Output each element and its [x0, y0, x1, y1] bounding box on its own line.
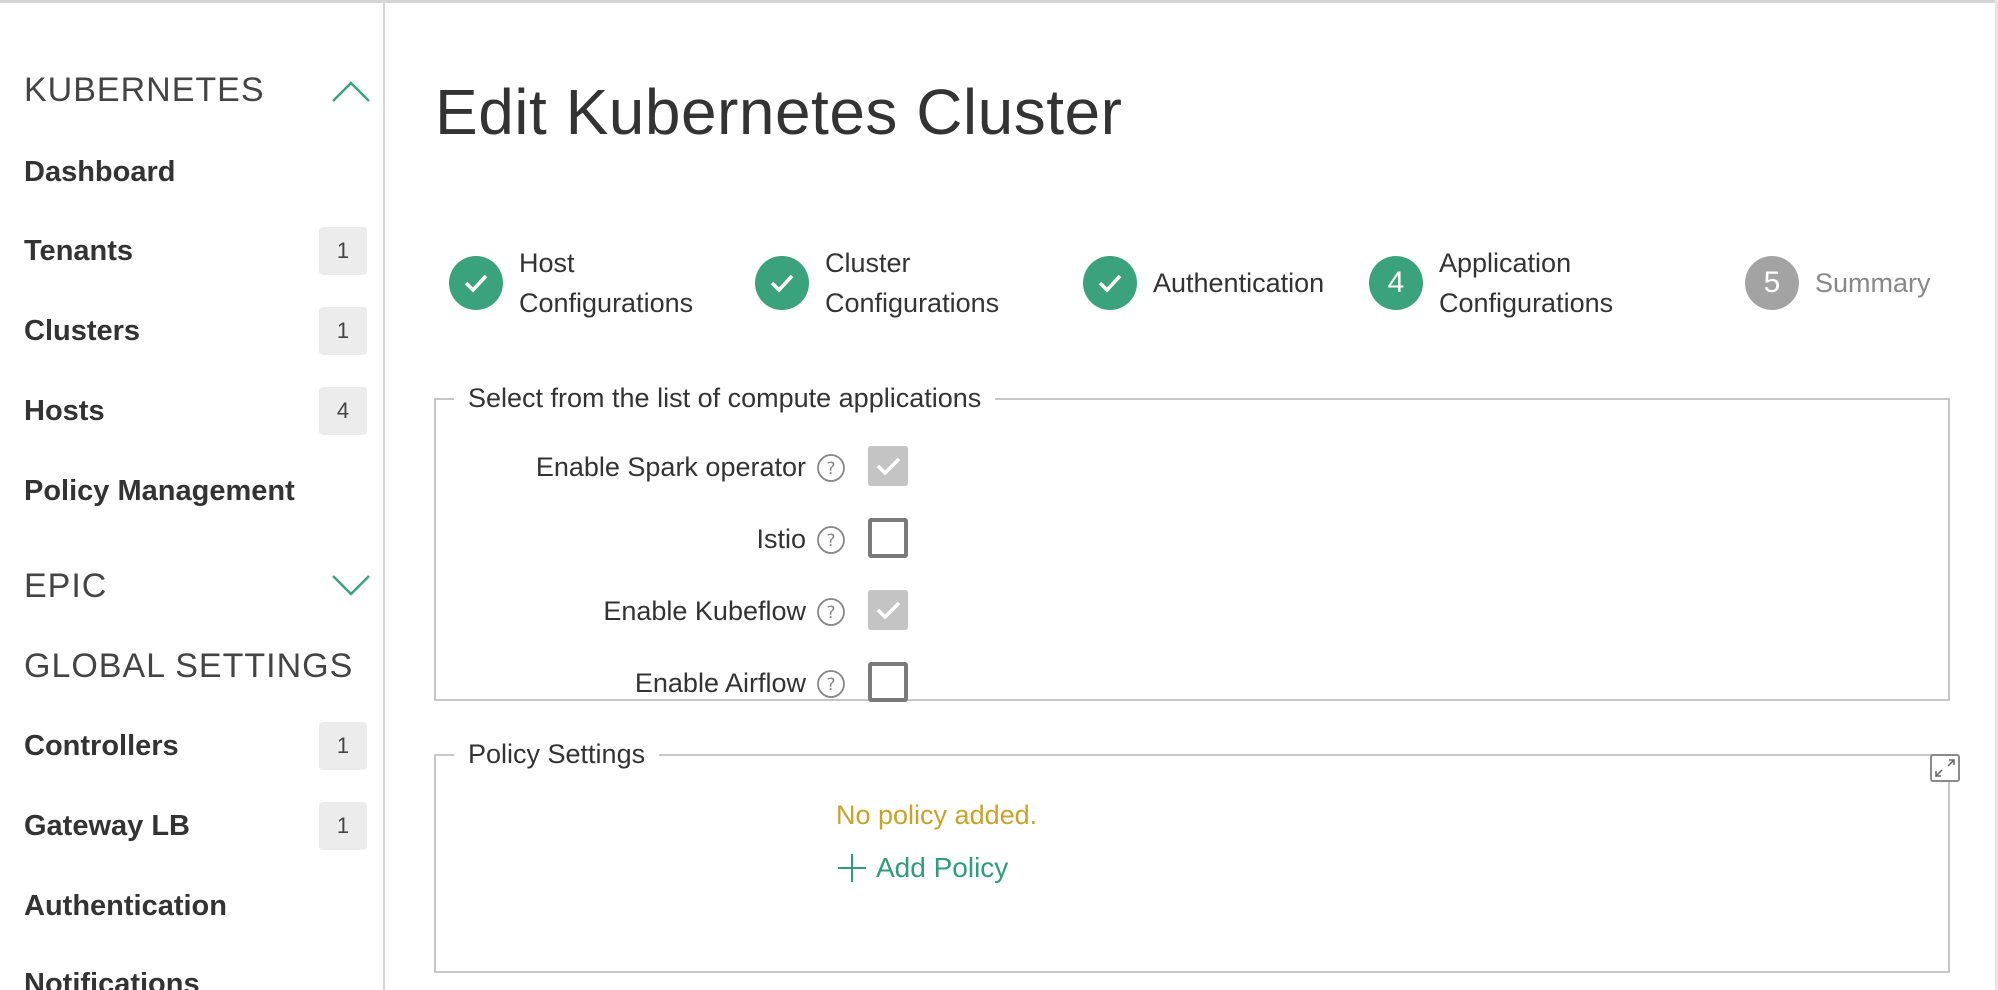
wizard-step-summary[interactable]: 5 Summary — [1745, 238, 1931, 328]
app-row-spark-operator: Enable Spark operator ? — [436, 444, 936, 490]
sidebar-item-label: Notifications — [24, 967, 200, 990]
wizard-step-application-configurations[interactable]: 4 Application Configurations — [1369, 238, 1613, 328]
count-badge: 4 — [319, 387, 367, 435]
help-icon[interactable]: ? — [816, 669, 846, 699]
count-badge: 1 — [319, 802, 367, 850]
help-icon[interactable]: ? — [816, 453, 846, 483]
airflow-checkbox[interactable] — [868, 662, 908, 702]
sidebar-item-label: Hosts — [24, 394, 105, 427]
sidebar-heading-kubernetes[interactable]: KUBERNETES — [24, 71, 265, 110]
sidebar-item-gateway-lb[interactable]: Gateway LB 1 — [24, 800, 367, 852]
sidebar-item-controllers[interactable]: Controllers 1 — [24, 720, 367, 772]
check-icon — [755, 256, 809, 310]
sidebar-item-label: Authentication — [24, 889, 227, 922]
sidebar-item-policy-management[interactable]: Policy Management — [24, 465, 367, 517]
step-label: Cluster Configurations — [825, 248, 1000, 318]
sidebar-item-label: Policy Management — [24, 474, 295, 507]
sidebar-heading-epic[interactable]: EPIC — [24, 567, 107, 606]
sidebar-item-label: Gateway LB — [24, 809, 190, 842]
sidebar-item-label: Controllers — [24, 729, 179, 762]
sidebar-item-label: Dashboard — [24, 155, 176, 188]
wizard-step-authentication[interactable]: Authentication — [1083, 238, 1324, 328]
sidebar-item-tenants[interactable]: Tenants 1 — [24, 225, 367, 277]
sidebar-item-notifications[interactable]: Notifications — [24, 958, 367, 990]
count-badge: 1 — [319, 227, 367, 275]
wizard-step-host-configurations[interactable]: Host Configurations — [449, 238, 693, 328]
istio-checkbox[interactable] — [868, 518, 908, 558]
count-badge: 1 — [319, 307, 367, 355]
compute-applications-group: Select from the list of compute applicat… — [434, 383, 1950, 702]
step-number: 4 — [1369, 256, 1423, 310]
page-title: Edit Kubernetes Cluster — [435, 76, 1123, 148]
app-label: Enable Kubeflow — [603, 596, 806, 626]
app-label: Enable Spark operator — [535, 452, 806, 482]
policy-settings-legend: Policy Settings — [468, 739, 646, 769]
main-content: Edit Kubernetes Cluster Host Configuratio… — [385, 3, 1995, 990]
step-number: 5 — [1745, 256, 1799, 310]
app-label: Enable Airflow — [634, 668, 806, 698]
collapse-icon[interactable] — [1930, 754, 1960, 782]
app-row-airflow: Enable Airflow ? — [436, 660, 936, 706]
sidebar-item-label: Clusters — [24, 314, 141, 347]
count-badge: 1 — [319, 722, 367, 770]
kubeflow-checkbox[interactable] — [868, 590, 908, 630]
add-policy-button[interactable]: Add Policy — [836, 852, 1008, 884]
sidebar-item-authentication[interactable]: Authentication — [24, 880, 367, 932]
compute-applications-legend: Select from the list of compute applicat… — [468, 383, 982, 413]
sidebar-item-clusters[interactable]: Clusters 1 — [24, 305, 367, 357]
chevron-down-icon[interactable] — [331, 572, 371, 598]
step-label: Authentication — [1153, 268, 1325, 298]
step-label: Application Configurations — [1439, 248, 1614, 318]
app-label: Istio — [756, 524, 806, 554]
svg-text:?: ? — [826, 603, 835, 623]
check-icon — [449, 256, 503, 310]
check-icon — [1083, 256, 1137, 310]
svg-text:?: ? — [826, 459, 835, 479]
app-row-istio: Istio ? — [436, 516, 936, 562]
spark-operator-checkbox[interactable] — [868, 446, 908, 486]
sidebar-item-dashboard[interactable]: Dashboard — [24, 146, 367, 198]
policy-settings-group: Policy Settings No policy added. Add Pol… — [434, 739, 1960, 973]
step-label: Summary — [1815, 268, 1931, 298]
sidebar-item-hosts[interactable]: Hosts 4 — [24, 385, 367, 437]
chevron-up-icon[interactable] — [331, 79, 371, 105]
sidebar: KUBERNETES Dashboard Tenants 1 Clusters … — [0, 3, 385, 990]
step-label: Host Configurations — [519, 248, 694, 318]
help-icon[interactable]: ? — [816, 525, 846, 555]
no-policy-message: No policy added. — [836, 800, 1038, 830]
help-icon[interactable]: ? — [816, 597, 846, 627]
svg-text:?: ? — [826, 675, 835, 695]
plus-icon — [838, 854, 866, 882]
svg-text:?: ? — [826, 531, 835, 551]
add-policy-label: Add Policy — [876, 852, 1009, 883]
wizard-step-cluster-configurations[interactable]: Cluster Configurations — [755, 238, 999, 328]
app-row-kubeflow: Enable Kubeflow ? — [436, 588, 936, 634]
sidebar-item-label: Tenants — [24, 234, 134, 267]
sidebar-heading-global-settings[interactable]: GLOBAL SETTINGS — [24, 647, 353, 686]
